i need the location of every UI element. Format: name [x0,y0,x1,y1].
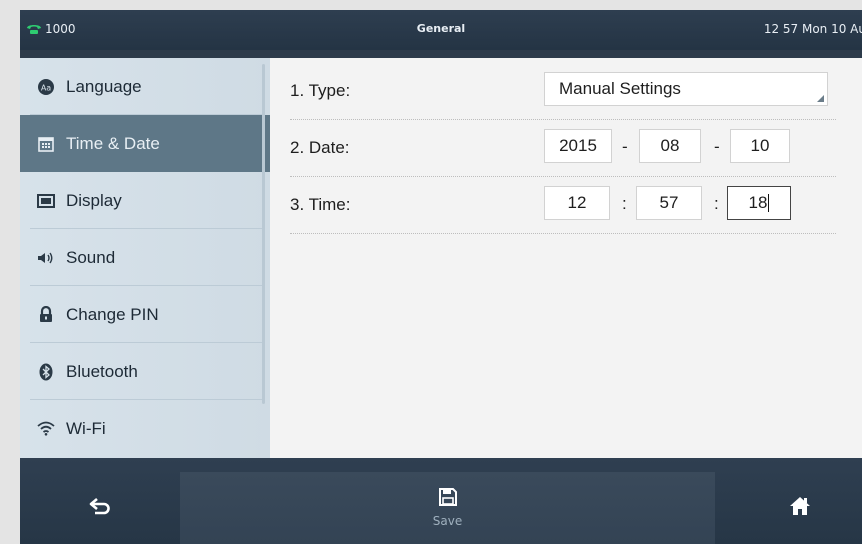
hour-value: 12 [567,193,587,212]
softkey-bar: Save [20,458,862,544]
date-separator: - [622,137,628,156]
language-icon: Aa [26,78,66,96]
svg-text:Aa: Aa [41,83,51,92]
save-button[interactable]: Save [180,472,715,544]
settings-sidebar: Aa Language Time & Date Display Sound Ch… [20,58,270,458]
sidebar-item-bluetooth[interactable]: Bluetooth [20,343,270,400]
lock-icon [26,306,66,323]
bluetooth-icon [26,363,66,381]
second-value: 18 [748,193,768,212]
back-arrow-icon [89,497,111,519]
minute-value: 57 [659,193,679,212]
save-label: Save [432,514,463,528]
day-value: 10 [750,136,770,155]
month-value: 08 [660,136,680,155]
time-separator: : [622,194,627,213]
date-separator: - [714,137,720,156]
minute-field[interactable]: 57 [636,186,702,220]
save-icon [438,488,457,510]
time-separator: : [714,194,719,213]
sidebar-item-label: Wi-Fi [66,418,106,438]
sidebar-item-wifi[interactable]: Wi-Fi [20,400,270,457]
sidebar-item-display[interactable]: Display [20,172,270,229]
type-row: 1. Type: Manual Settings [290,63,836,120]
divider [290,233,836,234]
settings-content: 1. Type: Manual Settings 2. Date: 2015 -… [270,58,862,458]
year-value: 2015 [559,136,597,155]
type-select[interactable]: Manual Settings [544,72,828,106]
phone-screen: 1000 General 12 57 Mon 10 Au Aa Language… [20,10,862,544]
sidebar-item-label: Time & Date [66,133,160,153]
home-button[interactable] [760,472,840,544]
type-value: Manual Settings [559,79,681,98]
display-icon [26,193,66,208]
sidebar-item-sound[interactable]: Sound [20,229,270,286]
sidebar-item-time-date[interactable]: Time & Date [20,115,270,172]
sidebar-item-label: Sound [66,247,116,267]
wifi-icon [26,421,66,436]
dropdown-corner-icon [817,95,824,102]
month-field[interactable]: 08 [639,129,701,163]
time-label: 3. Time: [290,195,351,214]
sidebar-item-language[interactable]: Aa Language [20,58,270,115]
page-title: General [416,22,466,35]
sidebar-item-label: Bluetooth [66,361,138,381]
date-row: 2. Date: 2015 - 08 - 10 [290,120,836,177]
second-field[interactable]: 18 [727,186,791,220]
day-field[interactable]: 10 [730,129,790,163]
year-field[interactable]: 2015 [544,129,612,163]
status-bar: 1000 General 12 57 Mon 10 Au [20,10,862,50]
sidebar-item-label: Change PIN [66,304,159,324]
back-button[interactable] [60,472,140,544]
sidebar-item-label: Display [66,190,122,210]
home-icon [789,496,811,520]
type-label: 1. Type: [290,81,351,100]
calendar-icon [26,136,66,152]
sidebar-item-change-pin[interactable]: Change PIN [20,286,270,343]
datetime-display: 12 57 Mon 10 Au [763,22,862,36]
speaker-icon [26,251,66,265]
sidebar-item-label: Language [66,76,142,96]
time-row: 3. Time: 12 : 57 : 18 [290,177,836,234]
sidebar-scrollbar[interactable] [262,64,265,404]
text-cursor [768,194,770,212]
date-label: 2. Date: [290,138,350,157]
hour-field[interactable]: 12 [544,186,610,220]
